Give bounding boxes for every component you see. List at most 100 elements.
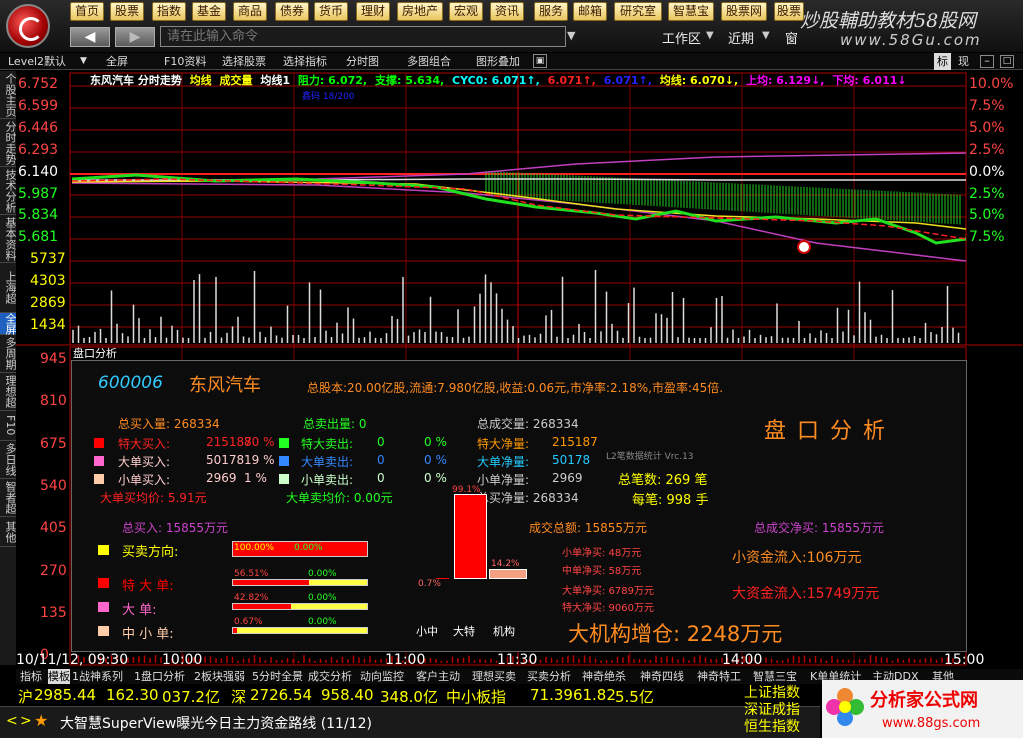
index-sh[interactable]: 上证指数 [744,685,824,702]
bottom-tab[interactable]: 理想买卖 [472,669,516,684]
bottom-tab[interactable]: 5分时全景 [252,669,303,684]
side-tab[interactable]: 技术分析 [0,167,17,215]
menu-item[interactable]: 智慧宝 [668,2,714,21]
forward-button[interactable]: ▶ [115,27,155,47]
menu-item[interactable]: 首页 [70,2,104,21]
vol-total: 总成交量: 268334 [477,417,579,431]
menu-item[interactable]: 货币 [314,2,348,21]
bottom-tab[interactable]: 1战神系列 [72,669,123,684]
down-label: 下均: [832,74,859,87]
bottom-tab[interactable]: 动向监控 [360,669,404,684]
bottom-tab[interactable]: 神奇绝杀 [582,669,626,684]
signal-marker[interactable] [797,240,811,254]
side-tab[interactable]: F10 [0,411,17,441]
side-tab[interactable]: 全屏 [0,313,17,335]
cat-bar [232,627,368,634]
menu-item[interactable]: 指数 [152,2,186,21]
side-tab[interactable]: 个股主页 [0,71,17,119]
index-sz[interactable]: 深证成指 [744,702,824,719]
side-tab[interactable]: 智者超 [0,479,17,517]
menu-item[interactable]: 理财 [356,2,390,21]
current-button[interactable]: 现 [958,53,969,70]
recent-menu[interactable]: 近期 [728,28,754,47]
news-headline[interactable]: 大智慧SuperView曝光今日主力资金路线 (11/12) [60,713,372,733]
chevron-down-icon[interactable]: ▼ [567,29,575,42]
buy-swatch [94,456,104,466]
bottom-tab[interactable]: 智慧三宝 [753,669,797,684]
next-news-icon[interactable]: > [20,713,32,729]
stock-code: 600006 [98,373,163,393]
price-tick: 6.752 [18,76,59,92]
bottom-tab[interactable]: 买卖分析 [527,669,571,684]
bottom-tab[interactable]: 2板块强弱 [194,669,245,684]
minimize-icon[interactable]: – [980,55,994,68]
select-indicator-button[interactable]: 选择指标 [283,53,327,70]
news-bar[interactable]: < > ★ 大智慧SuperView曝光今日主力资金路线 (11/12) [0,706,820,738]
f10-button[interactable]: F10资料 [164,53,206,70]
sh-change: 162.30 [106,686,159,704]
index-hs[interactable]: 恒生指数 [744,719,824,736]
menu-item[interactable]: 房地产 [397,2,443,21]
side-tab[interactable]: 上海超 [0,263,17,313]
avg1-label: 均线1 [260,74,291,87]
lock-icon[interactable]: ▣ [533,54,547,68]
side-tab[interactable]: 其他 [0,517,17,547]
sell-avg: 大单卖均价: 0.00元 [286,491,393,505]
logo-url: www.88gs.com [882,716,981,731]
logo-text: 分析家公式网 [870,690,978,711]
back-button[interactable]: ◀ [70,27,110,47]
bottom-tab[interactable]: 模板 [48,669,70,684]
command-input[interactable]: 请在此输入命令 [160,26,566,47]
buy-pct: 19 % [244,453,275,467]
menu-item[interactable]: 资讯 [490,2,524,21]
menu-item[interactable]: 邮箱 [573,2,607,21]
multi-chart-button[interactable]: 多图组合 [407,53,451,70]
cat-pct-a: 0.67% [234,617,263,627]
pct-tick: 7.5% [969,229,1005,246]
side-tab[interactable]: 多周期 [0,335,17,373]
menu-item[interactable]: 研究室 [614,2,662,21]
bottom-tab[interactable]: 客户主动 [416,669,460,684]
side-tab[interactable]: 多日线 [0,441,17,479]
menu-item[interactable]: 股票 [110,2,144,21]
net-total: 总买净量: 268334 [477,491,579,505]
bottom-tab[interactable]: 神奇特工 [697,669,741,684]
bottom-tab[interactable]: 神奇四线 [640,669,684,684]
chevron-down-icon[interactable]: ▼ [706,30,714,41]
menu-item[interactable]: 基金 [192,2,226,21]
bottom-tab[interactable]: 指标 [20,669,42,684]
sell-pct: 0 % [424,453,447,467]
sell-pct: 0 % [424,471,447,485]
side-tab[interactable]: 分时走势 [0,119,17,167]
prev-news-icon[interactable]: < [6,713,18,729]
net-value: 50178 [552,453,591,467]
chevron-down-icon[interactable]: ▼ [80,53,87,70]
bottom-tab[interactable]: 成交分析 [308,669,352,684]
select-stock-button[interactable]: 选择股票 [222,53,266,70]
flow-tick: 540 [40,477,67,494]
bottom-tab[interactable]: 1盘口分析 [134,669,185,684]
mark-button[interactable]: 标 [934,53,951,70]
menu-item[interactable]: 商品 [233,2,267,21]
price-tick: 5.681 [18,229,59,246]
level2-select[interactable]: Level2默认 [8,53,66,70]
menu-item[interactable]: 宏观 [449,2,483,21]
menu-item[interactable]: 债券 [275,2,309,21]
menu-item[interactable]: 股票网 [721,2,767,21]
maximize-icon[interactable]: □ [1000,55,1014,68]
window-menu[interactable]: 窗 [785,28,798,47]
pct-tick: 0.0% [969,163,1005,180]
menu-item[interactable]: 服务 [534,2,568,21]
menu-item[interactable]: 股票 [774,2,804,21]
vol-tick: 1434 [30,317,66,333]
workspace-menu[interactable]: 工作区 [662,28,701,47]
side-tab[interactable]: 理想超 [0,373,17,411]
timeframe-button[interactable]: 分时图 [346,53,379,70]
app-logo[interactable] [6,4,50,48]
overlay-button[interactable]: 图形叠加 [476,53,520,70]
chevron-down-icon[interactable]: ▼ [762,30,770,41]
up-label: 上均: [746,74,773,87]
side-tab[interactable]: 基本资料 [0,215,17,263]
fullscreen-button[interactable]: 全屏 [106,53,128,70]
stock-info: 总股本:20.00亿股,流通:7.980亿股,收益:0.06元,市净率:2.18… [307,381,724,395]
